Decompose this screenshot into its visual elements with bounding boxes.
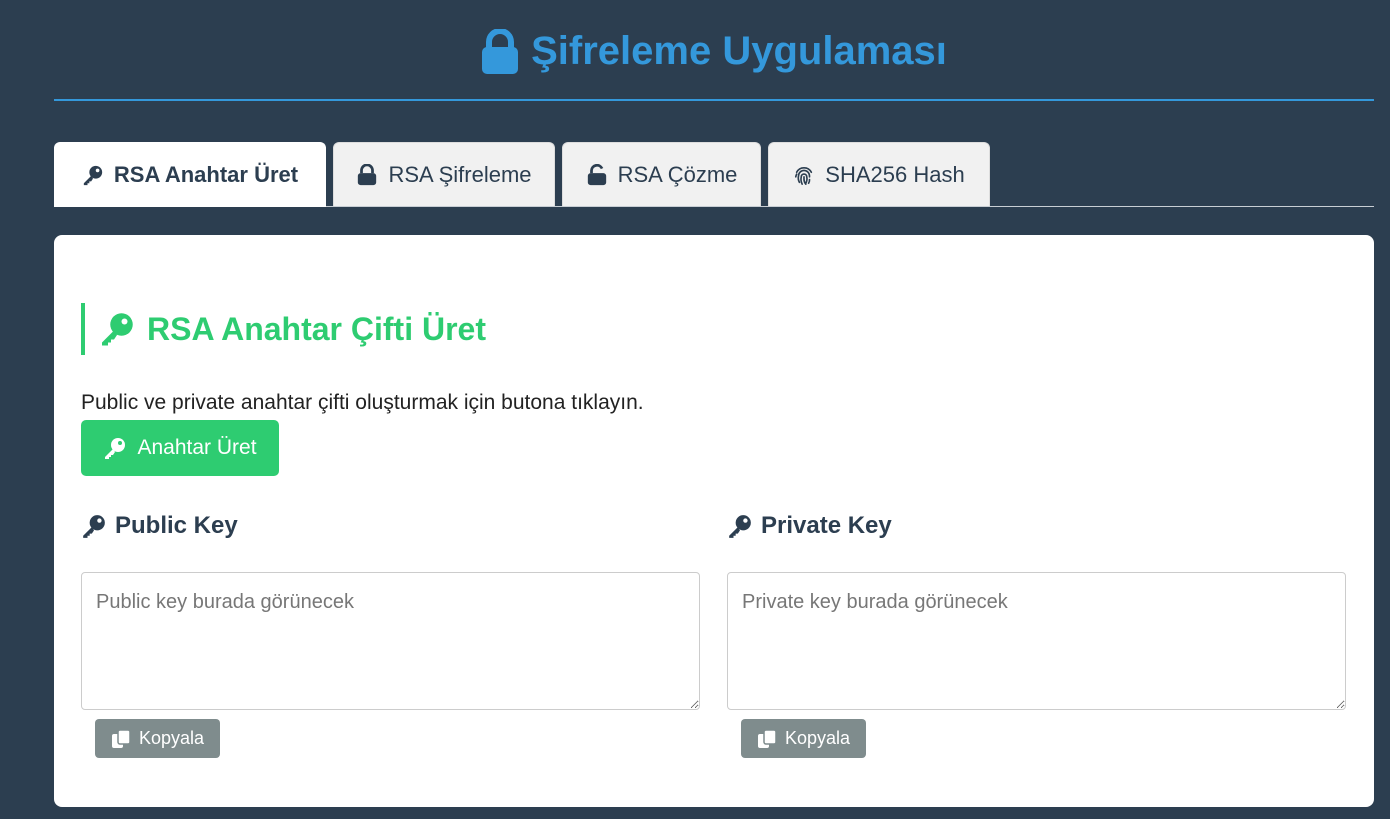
app-header: Şifreleme Uygulaması bbox=[54, 0, 1374, 101]
tab-rsa-key-generate[interactable]: RSA Anahtar Üret bbox=[54, 142, 326, 207]
public-key-textarea[interactable] bbox=[81, 572, 700, 710]
copy-label: Kopyala bbox=[784, 728, 851, 748]
copy-icon bbox=[757, 728, 777, 749]
lock-icon bbox=[356, 163, 378, 186]
tab-label: RSA Şifreleme bbox=[388, 161, 532, 187]
copy-public-key-button[interactable]: Kopyala bbox=[95, 719, 220, 758]
section-title-text: RSA Anahtar Çifti Üret bbox=[147, 310, 486, 347]
section-description: Public ve private anahtar çifti oluşturm… bbox=[81, 391, 644, 414]
public-key-heading: Public Key bbox=[81, 509, 700, 543]
generate-key-label: Anahtar Üret bbox=[137, 436, 257, 459]
generate-key-button[interactable]: Anahtar Üret bbox=[81, 420, 279, 476]
tab-label: SHA256 Hash bbox=[825, 161, 965, 187]
copy-icon bbox=[111, 728, 131, 749]
tab-sha256-hash[interactable]: SHA256 Hash bbox=[768, 142, 990, 206]
public-key-heading-text: Public Key bbox=[115, 512, 238, 539]
tab-rsa-encrypt[interactable]: RSA Şifreleme bbox=[333, 142, 555, 206]
private-key-textarea[interactable] bbox=[727, 572, 1346, 710]
tab-rsa-decrypt[interactable]: RSA Çözme bbox=[562, 142, 761, 206]
public-key-section: Public Key Kopyala bbox=[81, 509, 700, 758]
private-key-heading: Private Key bbox=[727, 509, 1346, 543]
tab-bar: RSA Anahtar Üret RSA Şifreleme RSA Çözme bbox=[54, 142, 1374, 207]
copy-label: Kopyala bbox=[138, 728, 205, 748]
lock-icon bbox=[481, 28, 519, 75]
key-icon bbox=[82, 164, 104, 186]
private-key-heading-text: Private Key bbox=[761, 512, 892, 539]
copy-private-key-button[interactable]: Kopyala bbox=[741, 719, 866, 758]
key-icon bbox=[727, 513, 753, 539]
key-icon bbox=[99, 311, 135, 347]
tab-label: RSA Anahtar Üret bbox=[113, 162, 299, 187]
app-page: Şifreleme Uygulaması RSA Anahtar Üret RS… bbox=[0, 0, 1390, 819]
tab-label: RSA Çözme bbox=[617, 161, 738, 187]
key-icon bbox=[81, 513, 107, 539]
app-title-text: Şifreleme Uygulaması bbox=[531, 29, 947, 73]
private-key-section: Private Key Kopyala bbox=[727, 509, 1346, 758]
app-title: Şifreleme Uygulaması bbox=[481, 28, 947, 75]
section-title: RSA Anahtar Çifti Üret bbox=[81, 303, 781, 355]
key-icon bbox=[103, 436, 127, 460]
fingerprint-icon bbox=[793, 164, 815, 186]
key-generation-panel: RSA Anahtar Çifti Üret Public ve private… bbox=[54, 235, 1374, 807]
unlock-icon bbox=[586, 163, 608, 186]
